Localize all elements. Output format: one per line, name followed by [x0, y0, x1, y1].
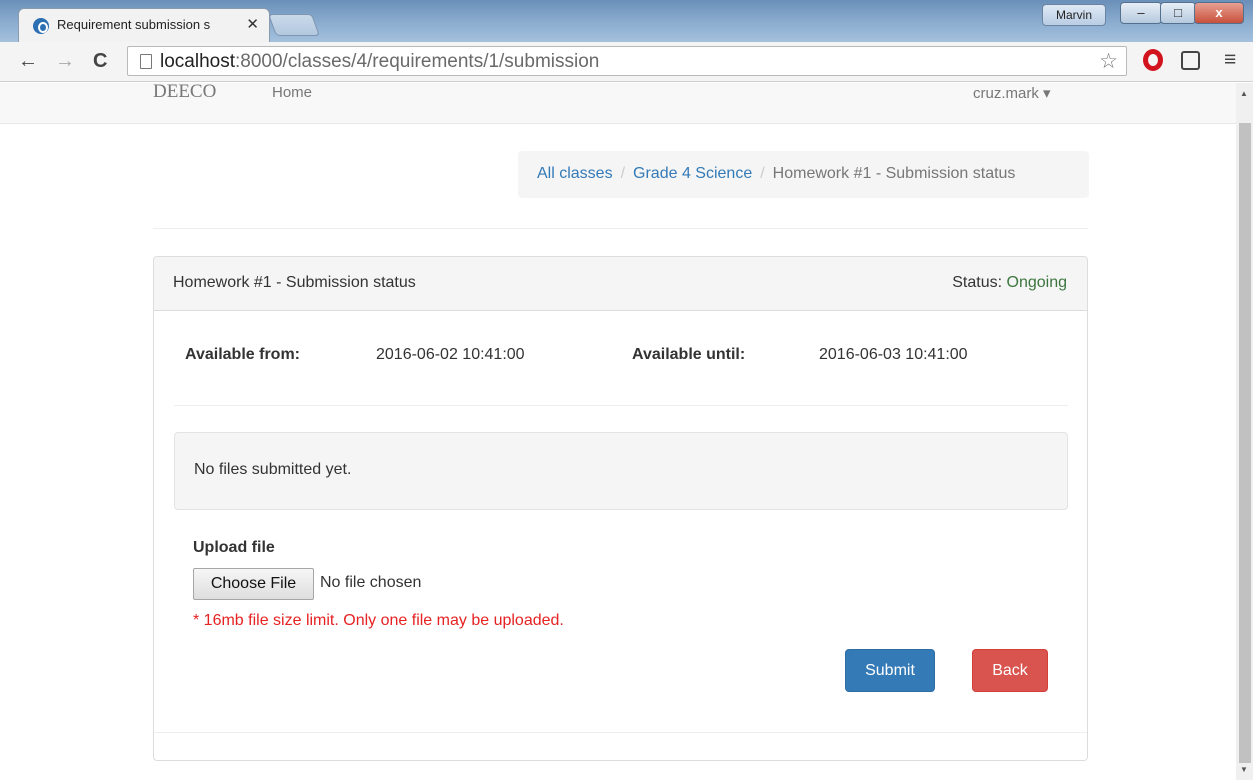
new-tab-button[interactable] [267, 14, 321, 36]
nav-home-link[interactable]: Home [272, 84, 312, 101]
bookmark-star-icon[interactable]: ☆ [1099, 49, 1118, 74]
available-from-label: Available from: [185, 346, 300, 363]
file-chosen-text: No file chosen [320, 574, 422, 591]
address-bar[interactable]: localhost:8000/classes/4/requirements/1/… [127, 46, 1127, 76]
breadcrumb: All classes / Grade 4 Science / Homework #1 … [518, 151, 1089, 198]
back-button[interactable]: Back [972, 649, 1048, 692]
divider [154, 732, 1087, 733]
divider [153, 228, 1088, 229]
close-tab-icon[interactable]: ✕ [246, 15, 259, 33]
file-limit-help: * 16mb file size limit. Only one file ma… [193, 612, 564, 629]
page-icon [140, 54, 152, 69]
page-viewport: DEECO Home cruz.mark ▾ All classes / Grade… [0, 83, 1236, 780]
submit-button[interactable]: Submit [845, 649, 935, 692]
no-files-message: No files submitted yet. [194, 461, 352, 478]
site-navbar: DEECO Home cruz.mark ▾ [0, 83, 1236, 124]
user-dropdown[interactable]: cruz.mark ▾ [973, 84, 1051, 102]
breadcrumb-separator: / [620, 165, 626, 182]
browser-toolbar: ← → C localhost:8000/classes/4/requireme… [0, 42, 1253, 82]
browser-tab[interactable]: Requirement submission s ✕ [18, 8, 270, 42]
url-text: localhost:8000/classes/4/requirements/1/… [160, 51, 600, 72]
upload-file-label: Upload file [193, 539, 275, 556]
browser-titlebar: Requirement submission s ✕ Marvin – □ x [0, 0, 1253, 42]
scroll-down-icon[interactable]: ▼ [1240, 765, 1248, 774]
available-until-value: 2016-06-03 10:41:00 [819, 346, 968, 363]
extension-icon[interactable] [1181, 51, 1200, 70]
breadcrumb-current: Homework #1 - Submission status [772, 165, 1016, 182]
minimize-button[interactable]: – [1120, 2, 1162, 24]
site-brand[interactable]: DEECO [153, 83, 216, 103]
breadcrumb-separator: / [760, 165, 765, 182]
available-from-value: 2016-06-02 10:41:00 [376, 346, 525, 363]
forward-arrow-icon[interactable]: → [55, 50, 75, 73]
status-badge: Ongoing [1006, 274, 1068, 291]
site-favicon-icon [33, 18, 49, 34]
breadcrumb-all-classes[interactable]: All classes [537, 165, 613, 182]
available-until-label: Available until: [632, 346, 746, 363]
submitted-files-well: No files submitted yet. [174, 432, 1068, 510]
reload-icon[interactable]: C [93, 50, 107, 73]
scroll-up-icon[interactable]: ▲ [1240, 89, 1248, 98]
divider [174, 405, 1068, 406]
choose-file-button[interactable]: Choose File [193, 568, 314, 600]
panel-title: Homework #1 - Submission status [173, 274, 416, 291]
opera-extension-icon[interactable] [1143, 49, 1163, 71]
breadcrumb-class[interactable]: Grade 4 Science [633, 165, 752, 182]
browser-menu-icon[interactable]: ≡ [1224, 48, 1236, 72]
profile-button[interactable]: Marvin [1042, 4, 1106, 26]
panel-heading: Homework #1 - Submission status Status: … [154, 257, 1087, 311]
scrollbar-thumb[interactable] [1239, 123, 1251, 763]
tab-title: Requirement submission s [57, 17, 211, 32]
back-arrow-icon[interactable]: ← [18, 50, 38, 73]
close-window-button[interactable]: x [1194, 2, 1244, 24]
maximize-button[interactable]: □ [1160, 2, 1196, 24]
page-scrollbar[interactable]: ▲ ▼ [1236, 83, 1253, 780]
submission-panel: Homework #1 - Submission status Status: … [153, 256, 1088, 761]
status-text: Status: Ongoing [952, 274, 1068, 291]
